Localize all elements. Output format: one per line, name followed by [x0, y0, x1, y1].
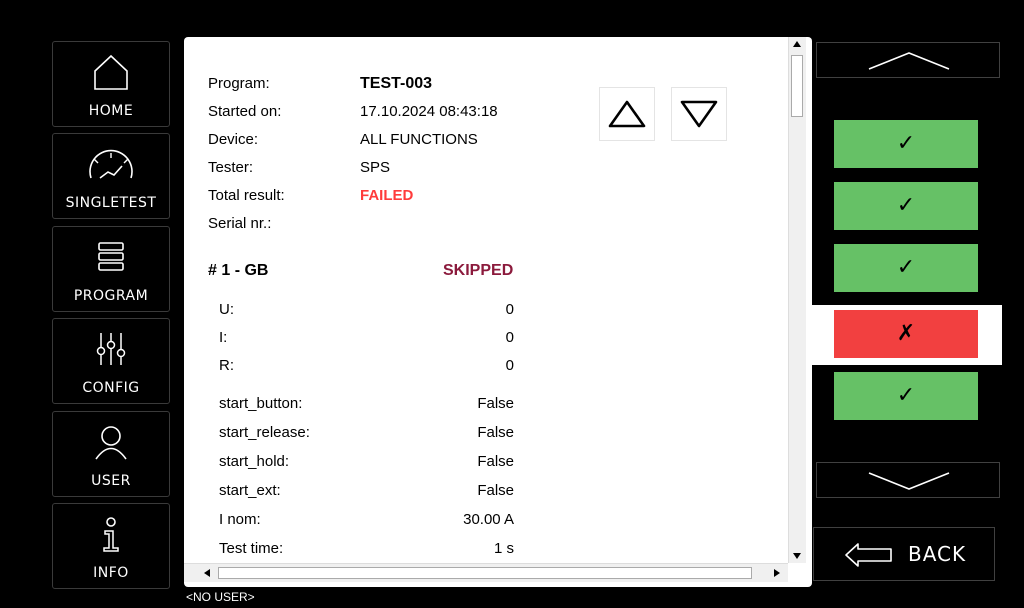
nav-info-button[interactable]: INFO: [52, 503, 170, 589]
param-label: I nom:: [219, 511, 261, 528]
nav-singletest-button[interactable]: SINGLETEST: [52, 133, 170, 219]
header-label: Total result:: [208, 187, 285, 204]
results-scroll-down-button[interactable]: [816, 462, 1000, 498]
results-scroll-up-button[interactable]: [816, 42, 1000, 78]
page-up-button[interactable]: [599, 87, 655, 141]
header-label: Program:: [208, 75, 270, 92]
header-label: Serial nr.:: [208, 215, 272, 232]
param-label: start_ext:: [219, 482, 281, 499]
param-value: 1 s: [493, 540, 514, 557]
user-status: <NO USER>: [186, 590, 255, 604]
nav-home-button[interactable]: HOME: [52, 41, 170, 127]
nav-user-button[interactable]: USER: [52, 411, 170, 497]
sliders-icon: [96, 333, 126, 365]
nav-home-label: HOME: [88, 103, 134, 119]
measurement-value: 0: [505, 301, 514, 318]
nav-info-label: INFO: [93, 565, 129, 581]
step-title: # 1 - GB: [208, 262, 269, 279]
gauge-icon: [89, 149, 133, 179]
nav-singletest-label: SINGLETEST: [65, 195, 157, 211]
param-value: False: [477, 453, 514, 470]
header-value: SPS: [360, 159, 391, 176]
triangle-up-icon: [608, 100, 646, 128]
scroll-down-arrow-icon[interactable]: [793, 553, 801, 559]
page-down-button[interactable]: [671, 87, 727, 141]
user-icon: [95, 426, 127, 460]
param-value: False: [477, 482, 514, 499]
param-value: False: [477, 395, 514, 412]
info-icon: [103, 517, 119, 552]
nav-program-label: PROGRAM: [73, 288, 149, 304]
scrollbar-thumb[interactable]: [791, 55, 803, 117]
param-value: 30.00 A: [463, 511, 514, 528]
report-panel: Program: TEST-003 Started on: 17.10.2024 08…: [184, 37, 812, 587]
h-scrollbar-thumb[interactable]: [218, 567, 752, 579]
measurement-label: U:: [219, 301, 234, 318]
list-stack-icon: [98, 242, 124, 271]
header-label: Device:: [208, 131, 259, 148]
nav-user-label: USER: [91, 473, 131, 489]
step-status: SKIPPED: [443, 262, 514, 279]
header-label: Started on:: [208, 103, 282, 120]
nav-program-button[interactable]: PROGRAM: [52, 226, 170, 312]
home-icon: [94, 54, 128, 90]
param-value: False: [477, 424, 514, 441]
horizontal-scrollbar[interactable]: [184, 563, 788, 582]
param-label: Test time:: [219, 540, 284, 557]
chevron-down-icon: [868, 472, 950, 490]
scroll-right-arrow-icon[interactable]: [774, 569, 780, 577]
nav-config-label: CONFIG: [82, 380, 140, 396]
back-button[interactable]: BACK: [813, 527, 995, 581]
header-value: TEST-003: [360, 75, 433, 92]
header-value: 17.10.2024 08:43:18: [360, 103, 498, 120]
result-pass-button[interactable]: ✓: [834, 244, 978, 292]
header-value: ALL FUNCTIONS: [360, 131, 478, 148]
scroll-left-arrow-icon[interactable]: [204, 569, 210, 577]
header-value: FAILED: [360, 187, 414, 204]
back-label: BACK: [908, 542, 967, 566]
back-arrow-icon: [845, 543, 892, 567]
chevron-up-icon: [868, 52, 950, 70]
measurement-value: 0: [505, 329, 514, 346]
scroll-up-arrow-icon[interactable]: [793, 41, 801, 47]
measurement-value: 0: [505, 357, 514, 374]
nav-config-button[interactable]: CONFIG: [52, 318, 170, 404]
param-label: start_button:: [219, 395, 303, 412]
param-label: start_release:: [219, 424, 310, 441]
header-label: Tester:: [208, 159, 254, 176]
measurement-label: R:: [219, 357, 234, 374]
result-pass-button[interactable]: ✓: [834, 372, 978, 420]
param-label: start_hold:: [219, 453, 290, 470]
result-pass-button[interactable]: ✓: [834, 120, 978, 168]
triangle-down-icon: [680, 100, 718, 128]
result-fail-button[interactable]: ✗: [834, 310, 978, 358]
vertical-scrollbar[interactable]: [788, 37, 806, 563]
result-pass-button[interactable]: ✓: [834, 182, 978, 230]
measurement-label: I:: [219, 329, 228, 346]
